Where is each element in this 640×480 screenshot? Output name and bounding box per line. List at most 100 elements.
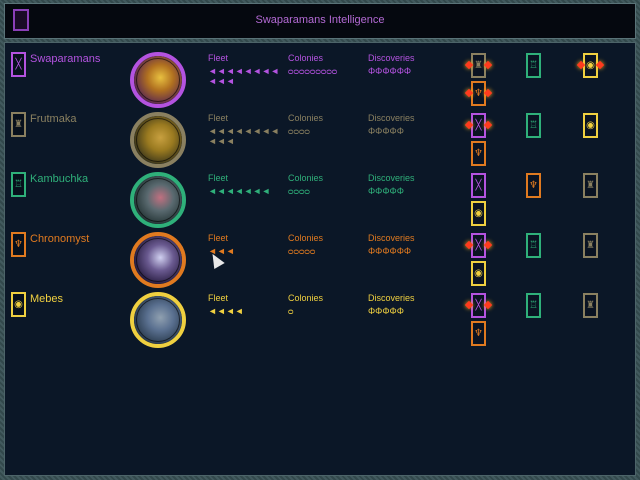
race-name[interactable]: Mebes xyxy=(30,293,63,305)
kambuchka-emblem-icon[interactable]: ♖ xyxy=(526,113,541,138)
diplomacy-glyph: ♆ xyxy=(474,88,483,99)
frutmaka-emblem-icon[interactable]: ♜ xyxy=(11,112,26,137)
fleet-label: Fleet xyxy=(208,233,229,243)
race-portrait[interactable] xyxy=(130,112,186,168)
diplomacy-glyph: ♖ xyxy=(529,120,538,131)
kambuchka-emblem-icon[interactable]: ♖ xyxy=(526,233,541,258)
portrait-ring xyxy=(136,298,180,342)
race-name[interactable]: Frutmaka xyxy=(30,113,76,125)
diplomacy-glyph: ♖ xyxy=(529,60,538,71)
colonies-label: Colonies xyxy=(288,293,324,303)
chronomyst-emblem-icon[interactable]: ♆ xyxy=(11,232,26,257)
race-portrait[interactable] xyxy=(130,292,186,348)
fleet-label: Fleet xyxy=(208,53,229,63)
diplomacy-glyph: ♜ xyxy=(586,180,595,191)
diplomacy-glyph: ◉ xyxy=(474,268,483,279)
chronomyst-emblem-icon[interactable]: ♆ xyxy=(526,173,541,198)
race-portrait[interactable] xyxy=(130,52,186,108)
kambuchka-emblem-icon[interactable]: ♖ xyxy=(526,53,541,78)
mebes-emblem-icon[interactable]: ◉ xyxy=(471,261,486,286)
diplomacy-glyph: ♆ xyxy=(529,180,538,191)
discoveries-label: Discoveries xyxy=(368,293,415,303)
fleet-value: ◄◄◄◄◄◄◄ xyxy=(208,186,271,196)
swaparamans-emblem-icon[interactable]: ╳ xyxy=(471,293,486,318)
kambuchka-emblem-icon[interactable]: ♖ xyxy=(526,293,541,318)
discoveries-label: Discoveries xyxy=(368,233,415,243)
diplomacy-glyph: ♖ xyxy=(529,240,538,251)
race-emblem-glyph: ◉ xyxy=(14,299,23,310)
race-emblem-glyph: ♆ xyxy=(14,239,23,250)
diplomacy-glyph: ◉ xyxy=(586,60,595,71)
colonies-label: Colonies xyxy=(288,113,324,123)
race-row: ◉ Mebes Fleet ◄◄◄◄ Colonies ᴑ Discoveries ΦΦΦΦΦ… xyxy=(5,288,637,348)
diplomacy-glyph: ╳ xyxy=(475,240,482,251)
discoveries-value: ΦΦΦΦΦΦ xyxy=(368,66,412,76)
fleet-value: ◄◄◄◄ xyxy=(208,306,244,316)
mebes-emblem-icon[interactable]: ◉ xyxy=(583,113,598,138)
chronomyst-emblem-icon[interactable]: ♆ xyxy=(471,81,486,106)
frutmaka-emblem-icon[interactable]: ♜ xyxy=(583,233,598,258)
race-emblem-glyph: ╳ xyxy=(15,59,22,70)
colonies-label: Colonies xyxy=(288,233,324,243)
title-bar: Swaparamans Intelligence xyxy=(4,3,636,39)
race-row: ♆ Chronomyst Fleet ◄◄◄ Colonies ᴑᴑᴑᴑᴑ Discover… xyxy=(5,228,637,288)
race-emblem-glyph: ♜ xyxy=(14,119,23,130)
diplomacy-glyph: ♆ xyxy=(474,328,483,339)
frutmaka-emblem-icon[interactable]: ♜ xyxy=(471,53,486,78)
race-name[interactable]: Chronomyst xyxy=(30,233,89,245)
swaparamans-emblem-icon[interactable]: ╳ xyxy=(11,52,26,77)
race-row: ♖ Kambuchka Fleet ◄◄◄◄◄◄◄ Colonies ᴑᴑᴑᴑ Discov… xyxy=(5,168,637,228)
colonies-value: ᴑᴑᴑᴑᴑᴑᴑᴑᴑ xyxy=(288,66,338,76)
swaparamans-emblem-icon[interactable]: ╳ xyxy=(471,233,486,258)
race-emblem-glyph: ♖ xyxy=(14,179,23,190)
diplomacy-glyph: ♆ xyxy=(474,148,483,159)
colonies-value: ᴑ xyxy=(288,306,294,316)
mebes-emblem-icon[interactable]: ◉ xyxy=(11,292,26,317)
swaparamans-emblem-icon[interactable]: ╳ xyxy=(471,113,486,138)
discoveries-label: Discoveries xyxy=(368,113,415,123)
colonies-value: ᴑᴑᴑᴑ xyxy=(288,126,310,136)
diplomacy-glyph: ♜ xyxy=(586,300,595,311)
portrait-ring xyxy=(136,178,180,222)
diplomacy-glyph: ♖ xyxy=(529,300,538,311)
diplomacy-glyph: ◉ xyxy=(586,120,595,131)
colonies-label: Colonies xyxy=(288,173,324,183)
fleet-value: ◄◄◄◄◄◄◄◄◄◄◄ xyxy=(208,126,280,146)
discoveries-value: ΦΦΦΦΦ xyxy=(368,306,404,316)
race-name[interactable]: Kambuchka xyxy=(30,173,88,185)
swaparamans-emblem-icon[interactable]: ╳ xyxy=(471,173,486,198)
frutmaka-emblem-icon[interactable]: ♜ xyxy=(583,173,598,198)
discoveries-label: Discoveries xyxy=(368,53,415,63)
diplomacy-glyph: ♜ xyxy=(586,240,595,251)
chronomyst-emblem-icon[interactable]: ♆ xyxy=(471,141,486,166)
diplomacy-glyph: ♜ xyxy=(474,60,483,71)
race-row: ╳ Swaparamans Fleet ◄◄◄◄◄◄◄◄◄◄◄ Colonies ᴑᴑᴑᴑ… xyxy=(5,48,637,108)
page-title: Swaparamans Intelligence xyxy=(255,14,385,26)
frutmaka-emblem-icon[interactable]: ♜ xyxy=(583,293,598,318)
diplomacy-glyph: ╳ xyxy=(475,300,482,311)
mebes-emblem-icon[interactable]: ◉ xyxy=(471,201,486,226)
fleet-label: Fleet xyxy=(208,173,229,183)
discoveries-value: ΦΦΦΦΦ xyxy=(368,126,404,136)
fleet-label: Fleet xyxy=(208,293,229,303)
chronomyst-emblem-icon[interactable]: ♆ xyxy=(471,321,486,346)
race-portrait[interactable] xyxy=(130,172,186,228)
fleet-value: ◄◄◄◄◄◄◄◄◄◄◄ xyxy=(208,66,280,86)
fleet-label: Fleet xyxy=(208,113,229,123)
colonies-value: ᴑᴑᴑᴑ xyxy=(288,186,310,196)
discoveries-value: ΦΦΦΦΦ xyxy=(368,186,404,196)
diplomacy-glyph: ╳ xyxy=(475,120,482,131)
discoveries-label: Discoveries xyxy=(368,173,415,183)
race-name[interactable]: Swaparamans xyxy=(30,53,100,65)
mebes-emblem-icon[interactable]: ◉ xyxy=(583,53,598,78)
portrait-ring xyxy=(136,58,180,102)
intelligence-panel: ╳ Swaparamans Fleet ◄◄◄◄◄◄◄◄◄◄◄ Colonies ᴑᴑᴑᴑ… xyxy=(4,42,636,476)
diplomacy-glyph: ╳ xyxy=(475,180,482,191)
kambuchka-emblem-icon[interactable]: ♖ xyxy=(11,172,26,197)
colonies-value: ᴑᴑᴑᴑᴑ xyxy=(288,246,316,256)
race-portrait[interactable] xyxy=(130,232,186,288)
race-row: ♜ Frutmaka Fleet ◄◄◄◄◄◄◄◄◄◄◄ Colonies ᴑᴑᴑᴑ Dis… xyxy=(5,108,637,168)
portrait-ring xyxy=(136,118,180,162)
colonies-label: Colonies xyxy=(288,53,324,63)
diplomacy-glyph: ◉ xyxy=(474,208,483,219)
